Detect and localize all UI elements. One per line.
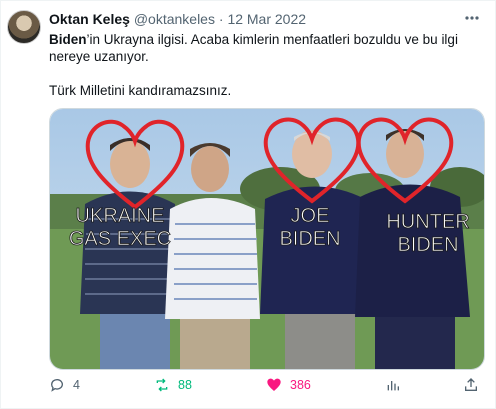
like-button[interactable]: 386 [266,377,311,393]
views-button[interactable] [385,377,401,393]
share-icon [465,378,477,391]
action-bar: 4 88 386 [1,377,496,397]
text-line3: Türk Milletini kandıramazsınız. [49,83,232,98]
reply-button[interactable]: 4 [49,377,80,393]
reply-icon [51,379,63,392]
label-2-line2: BIDEN [279,228,340,250]
label-3-line2: BIDEN [397,234,458,256]
author-handle[interactable]: @oktankeles [134,11,215,27]
more-options-icon[interactable] [463,9,481,32]
repost-icon [156,378,168,392]
author-name[interactable]: Oktan Keleş [49,11,130,27]
tweet-text: Biden’in Ukrayna ilgisi. Acaba kimlerin … [49,31,479,99]
more-dots-icon [465,16,479,20]
views-chart-icon [387,381,399,391]
tweet-card[interactable]: Oktan Keleş @oktankeles · 12 Mar 2022 Bi… [0,0,496,409]
separator-dot: · [218,11,224,27]
repost-button[interactable]: 88 [154,377,192,393]
tweet-photo[interactable]: UKRAINE GAS EXEC JOE BIDEN HUNTER BIDEN [49,108,485,370]
like-count: 386 [290,378,311,392]
avatar[interactable] [7,10,41,44]
heart-filled-icon [267,378,281,391]
label-1-line1: UKRAINE [76,205,165,227]
text-line2: nereye uzanıyor. [49,49,149,64]
share-button[interactable] [463,377,479,393]
label-2-line1: JOE [291,205,330,227]
photo-illustration: UKRAINE GAS EXEC JOE BIDEN HUNTER BIDEN [50,109,484,369]
tweet-header: Oktan Keleş @oktankeles · 12 Mar 2022 [49,11,306,27]
label-1-line2: GAS EXEC [69,228,171,250]
tweet-date[interactable]: 12 Mar 2022 [227,11,306,27]
text-line1-rest: ’in Ukrayna ilgisi. Acaba kimlerin menfa… [86,32,458,47]
reply-count: 4 [73,378,80,392]
text-bold-biden: Biden [49,32,87,47]
label-3-line1: HUNTER [386,211,469,233]
repost-count: 88 [178,378,192,392]
